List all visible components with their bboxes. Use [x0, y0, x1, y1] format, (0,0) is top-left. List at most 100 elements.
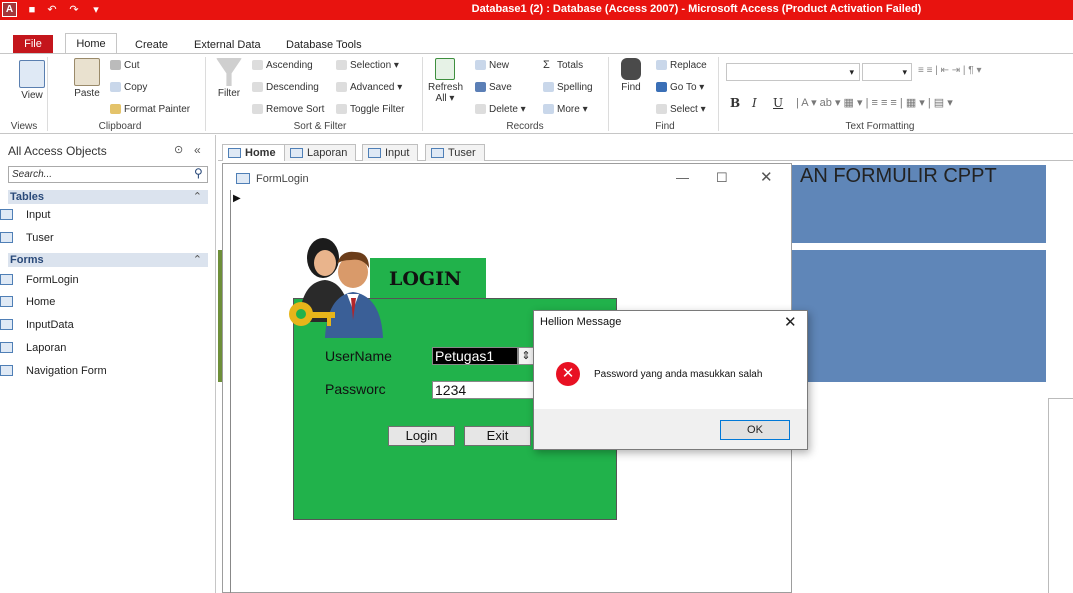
nav-form-navigation-form[interactable]: Navigation Form — [0, 362, 107, 380]
copy-icon — [110, 82, 121, 93]
dialog-title: Hellion Message — [540, 316, 622, 328]
more-button[interactable]: More ▾ — [543, 104, 588, 115]
paste-icon — [74, 58, 100, 86]
nav-form-formlogin[interactable]: FormLogin — [0, 271, 79, 289]
advanced-button[interactable]: Advanced ▾ — [336, 82, 402, 93]
delete-icon — [475, 104, 486, 115]
toggle-filter-icon — [336, 104, 347, 115]
nav-table-input[interactable]: Input — [0, 206, 51, 224]
cut-button[interactable]: Cut — [110, 60, 140, 71]
collapse-icon[interactable]: « — [194, 143, 201, 157]
spelling-button[interactable]: Spelling — [543, 82, 593, 93]
list-buttons[interactable]: ≡ ≡ | ⇤ ⇥ | ¶ ▾ — [918, 65, 981, 76]
dialog-close-icon[interactable]: ✕ — [784, 313, 797, 331]
paste-button[interactable]: Paste — [72, 58, 102, 99]
cursor-icon — [656, 104, 667, 115]
replace-icon — [656, 60, 667, 71]
selection-label: Selection — [350, 60, 392, 71]
view-button[interactable]: View — [17, 60, 47, 101]
remove-sort-button[interactable]: Remove Sort — [252, 104, 324, 115]
refresh-all-button[interactable]: Refresh All ▾ — [428, 58, 463, 104]
maximize-icon[interactable]: ☐ — [716, 170, 728, 186]
italic-button[interactable]: I — [752, 96, 757, 110]
save-record-icon — [475, 82, 486, 93]
advanced-label: Advanced — [350, 82, 395, 93]
nav-table-tuser[interactable]: Tuser — [0, 229, 54, 247]
username-combobox[interactable]: Petugas1 — [432, 347, 518, 365]
form-icon — [0, 274, 13, 285]
tab-external-data[interactable]: External Data — [188, 36, 267, 54]
table-icon — [431, 148, 444, 158]
descending-button[interactable]: Descending — [252, 82, 319, 93]
doc-tab-laporan[interactable]: Laporan — [284, 144, 357, 161]
combobox-dropdown-icon[interactable]: ⇕ — [518, 347, 534, 365]
nav-form-inputdata[interactable]: InputData — [0, 316, 74, 334]
form-icon — [0, 319, 13, 330]
tab-home[interactable]: Home — [65, 33, 117, 54]
save-record-button[interactable]: Save — [475, 82, 512, 93]
chevron-up-icon[interactable]: ⌃ — [193, 190, 202, 204]
group-records-label: Records — [506, 121, 544, 132]
paintbrush-icon — [110, 104, 121, 115]
users-key-icon — [285, 230, 405, 340]
exit-button[interactable]: Exit — [464, 426, 531, 446]
bold-button[interactable]: B — [730, 96, 740, 110]
sort-descending-icon — [252, 82, 263, 93]
nav-pane-header[interactable]: All Access Objects — [8, 144, 107, 158]
group-separator — [608, 57, 609, 131]
new-record-button[interactable]: New — [475, 60, 509, 71]
advanced-filter-icon — [336, 82, 347, 93]
nav-search-input[interactable]: Search... — [8, 166, 208, 183]
font-name-select[interactable]: ▾ — [726, 63, 860, 81]
background-panel — [780, 250, 1046, 382]
font-color-buttons[interactable]: | A ▾ ab ▾ ▦ ▾ | ≡ ≡ ≡ | ▦ ▾ | ▤ ▾ — [796, 96, 953, 109]
group-clipboard-label: Clipboard — [98, 121, 142, 132]
select-label: Select — [670, 104, 698, 115]
nav-form-laporan[interactable]: Laporan — [0, 339, 66, 357]
find-label: Find — [621, 82, 641, 93]
replace-button[interactable]: Replace — [656, 60, 707, 71]
format-painter-button[interactable]: Format Painter — [110, 104, 190, 115]
section-forms[interactable]: Forms ⌃ — [8, 253, 208, 267]
ok-button[interactable]: OK — [720, 420, 790, 440]
view-label: View — [21, 90, 43, 101]
underline-button[interactable]: U — [773, 96, 783, 110]
record-selector-icon[interactable]: ▶ — [233, 193, 241, 204]
nav-item-label: FormLogin — [26, 274, 79, 286]
ascending-label: Ascending — [266, 60, 313, 71]
doc-tab-home[interactable]: Home — [222, 144, 285, 161]
selection-button[interactable]: Selection ▾ — [336, 60, 399, 71]
ascending-button[interactable]: Ascending — [252, 60, 313, 71]
nav-item-label: Input — [26, 209, 51, 221]
filter-button[interactable]: Filter — [215, 58, 243, 99]
tab-file[interactable]: File — [13, 35, 53, 54]
find-button[interactable]: Find — [617, 58, 645, 93]
close-icon[interactable]: ✕ — [760, 168, 773, 186]
form-icon — [290, 148, 303, 158]
group-find-label: Find — [655, 121, 675, 132]
copy-button[interactable]: Copy — [110, 82, 147, 93]
search-icon[interactable]: ⚲ — [194, 166, 203, 180]
password-field[interactable]: 1234 — [432, 381, 534, 399]
doc-tab-input[interactable]: Input — [362, 144, 419, 161]
toggle-filter-button[interactable]: Toggle Filter — [336, 104, 404, 115]
tab-create[interactable]: Create — [129, 36, 174, 54]
chevron-up-icon[interactable]: ⌃ — [193, 253, 202, 267]
window-title: Database1 (2) : Database (Access 2007) -… — [471, 3, 922, 15]
login-button[interactable]: Login — [388, 426, 455, 446]
nav-item-label: Navigation Form — [26, 365, 107, 377]
minimize-icon[interactable]: — — [676, 170, 689, 185]
totals-button[interactable]: Σ Totals — [543, 60, 583, 71]
new-record-icon — [475, 60, 486, 71]
delete-record-button[interactable]: Delete ▾ — [475, 104, 526, 115]
doc-tab-tuser[interactable]: Tuser — [425, 144, 485, 161]
section-tables[interactable]: Tables ⌃ — [8, 190, 208, 204]
tab-database-tools[interactable]: Database Tools — [280, 36, 368, 54]
nav-pane-dropdown-icon[interactable]: ⊙ — [174, 143, 183, 156]
font-size-select[interactable]: ▾ — [862, 63, 912, 81]
view-icon — [19, 60, 45, 88]
select-button[interactable]: Select ▾ — [656, 104, 706, 115]
nav-form-home[interactable]: Home — [0, 293, 55, 311]
goto-button[interactable]: Go To ▾ — [656, 82, 704, 93]
group-text-formatting-label: Text Formatting — [845, 121, 915, 132]
